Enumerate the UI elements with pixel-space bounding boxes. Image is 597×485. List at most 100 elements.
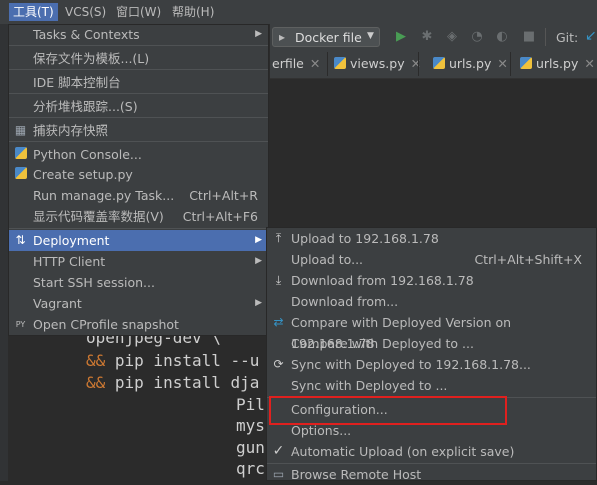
menu-item-upload-to[interactable]: Upload to... Ctrl+Alt+Shift+X <box>267 249 596 270</box>
menu-item-label: HTTP Client <box>33 254 106 269</box>
configuration-highlight-box <box>269 396 507 425</box>
coverage-icon[interactable]: ◈ <box>443 28 461 46</box>
menu-item-label: Open CProfile snapshot <box>33 317 179 332</box>
menu-item-label: Automatic Upload (on explicit save) <box>291 444 515 459</box>
tab-divider <box>510 52 511 76</box>
code-operator: && <box>86 351 106 370</box>
menu-item-label: Download from 192.168.1.78 <box>291 273 474 288</box>
menu-item-upload-to-host[interactable]: ⤒ Upload to 192.168.1.78 <box>267 228 596 249</box>
compare-icon: ⇄ <box>273 315 284 329</box>
close-icon[interactable]: ✕ <box>497 56 507 71</box>
shortcut-label: Ctrl+Alt+R <box>189 188 258 203</box>
menu-item-label: 显示代码覆盖率数据(V) <box>33 209 164 224</box>
code-line: qrc <box>236 459 265 478</box>
menu-item-label: Create setup.py <box>33 167 133 182</box>
checkmark-icon: ✓ <box>272 443 285 459</box>
menu-item-label: IDE 脚本控制台 <box>33 75 121 90</box>
menu-item-sync-with-deployed-host[interactable]: ⟳ Sync with Deployed to 192.168.1.78... <box>267 354 596 375</box>
download-icon: ⤓ <box>275 273 282 287</box>
code-line: && pip install --u <box>86 351 259 370</box>
python-file-icon <box>520 57 532 69</box>
sync-icon: ⟳ <box>273 357 284 371</box>
run-icon[interactable]: ▶ <box>392 28 410 46</box>
submenu-arrow-icon: ▶ <box>255 256 262 266</box>
menu-item-compare-with-deployed-to[interactable]: Compare with Deployed to ... <box>267 333 596 354</box>
menu-window[interactable]: 窗口(W) <box>112 3 165 21</box>
submenu-arrow-icon: ▶ <box>255 29 262 39</box>
menu-item-sync-with-deployed-to[interactable]: Sync with Deployed to ... <box>267 375 596 396</box>
menu-separator <box>9 93 268 94</box>
submenu-arrow-icon: ▶ <box>255 298 262 308</box>
menu-item-http-client[interactable]: HTTP Client ▶ <box>9 251 268 272</box>
menu-help[interactable]: 帮助(H) <box>168 3 218 21</box>
code-line: Pil <box>236 395 265 414</box>
tab-views-py[interactable]: views.py ✕ <box>334 52 421 76</box>
code-operator: && <box>86 373 106 392</box>
menu-item-browse-remote-host[interactable]: ▭ Browse Remote Host <box>267 464 596 485</box>
run-configuration-selector[interactable]: ▸ Docker file ▼ <box>272 27 380 47</box>
menu-item-label: Compare with Deployed to ... <box>291 336 474 351</box>
menu-item-label: Tasks & Contexts <box>33 27 140 42</box>
git-update-icon[interactable]: ↙ <box>585 28 597 44</box>
menu-item-capture-memory-snapshot[interactable]: ▦ 捕获内存快照 <box>9 120 268 141</box>
menu-item-start-ssh-session[interactable]: Start SSH session... <box>9 272 268 293</box>
menu-item-show-coverage-data[interactable]: 显示代码覆盖率数据(V) Ctrl+Alt+F6 <box>9 206 268 227</box>
menu-item-label: 分析堆栈跟踪...(S) <box>33 99 138 114</box>
menu-separator <box>9 69 268 70</box>
menu-separator <box>9 228 268 229</box>
menu-item-compare-with-deployed-version[interactable]: ⇄ Compare with Deployed Version on 192.16… <box>267 312 596 351</box>
menu-item-save-as-template[interactable]: 保存文件为模板...(L) <box>9 48 268 69</box>
menu-item-open-cprofile-snapshot[interactable]: PY Open CProfile snapshot <box>9 314 268 335</box>
tab-label: urls.py <box>449 56 492 71</box>
shortcut-label: Ctrl+Alt+Shift+X <box>474 252 582 267</box>
left-gutter <box>0 24 8 481</box>
menu-item-download-from[interactable]: Download from... <box>267 291 596 312</box>
git-label: Git: <box>556 30 579 45</box>
menu-separator <box>9 45 268 46</box>
remote-host-icon: ▭ <box>272 467 285 481</box>
chevron-down-icon: ▼ <box>367 31 374 41</box>
profile-icon[interactable]: ◔ <box>468 28 486 46</box>
menu-item-label: Browse Remote Host <box>291 467 422 482</box>
menu-separator <box>9 141 268 142</box>
menu-item-download-from-host[interactable]: ⤓ Download from 192.168.1.78 <box>267 270 596 291</box>
python-file-icon <box>334 57 346 69</box>
menu-item-create-setup-py[interactable]: Create setup.py <box>9 164 268 185</box>
stop-icon[interactable]: ■ <box>520 28 538 46</box>
menu-item-run-manage-py-task[interactable]: Run manage.py Task... Ctrl+Alt+R <box>9 185 268 206</box>
debug-icon[interactable]: ✱ <box>418 28 436 46</box>
cprofile-icon: PY <box>15 320 26 329</box>
menu-item-tasks-contexts[interactable]: Tasks & Contexts ▶ <box>9 24 268 45</box>
menu-item-label: Upload to... <box>291 252 364 267</box>
tab-divider <box>327 52 328 76</box>
tab-urls-py[interactable]: urls.py ✕ <box>433 52 508 76</box>
menu-item-python-console[interactable]: Python Console... <box>9 144 268 165</box>
tab-dockerfile[interactable]: erfile ✕ <box>272 52 320 76</box>
menu-vcs[interactable]: VCS(S) <box>61 3 110 21</box>
close-icon[interactable]: ✕ <box>584 56 594 71</box>
tab-label: erfile <box>272 56 304 71</box>
code-text: pip install --u <box>105 351 260 370</box>
submenu-arrow-icon: ▶ <box>255 235 262 245</box>
menu-item-analyze-stacktrace[interactable]: 分析堆栈跟踪...(S) <box>9 96 268 117</box>
python-file-icon <box>433 57 445 69</box>
menu-item-label: Run manage.py Task... <box>33 188 175 203</box>
upload-icon: ⤒ <box>275 231 282 245</box>
close-icon[interactable]: ✕ <box>310 56 320 71</box>
menu-item-deployment[interactable]: ⇅ Deployment ▶ <box>9 230 268 251</box>
python-icon <box>13 147 28 162</box>
code-line: && pip install dja <box>86 373 259 392</box>
docker-icon: ▸ <box>279 30 286 44</box>
menu-bar: 工具(T) VCS(S) 窗口(W) 帮助(H) <box>0 0 597 25</box>
menu-item-label: Deployment <box>33 233 110 248</box>
menu-tools[interactable]: 工具(T) <box>9 3 58 21</box>
menu-item-label: Sync with Deployed to ... <box>291 378 448 393</box>
tab-urls-py-2[interactable]: urls.py ✕ <box>520 52 595 76</box>
menu-separator <box>9 117 268 118</box>
concurrency-icon[interactable]: ◐ <box>493 28 511 46</box>
menu-item-automatic-upload[interactable]: ✓ Automatic Upload (on explicit save) <box>267 441 596 462</box>
menu-item-ide-script-console[interactable]: IDE 脚本控制台 <box>9 72 268 93</box>
menu-item-vagrant[interactable]: Vagrant ▶ <box>9 293 268 314</box>
close-icon[interactable]: ✕ <box>411 56 421 71</box>
menu-item-label: Upload to 192.168.1.78 <box>291 231 439 246</box>
